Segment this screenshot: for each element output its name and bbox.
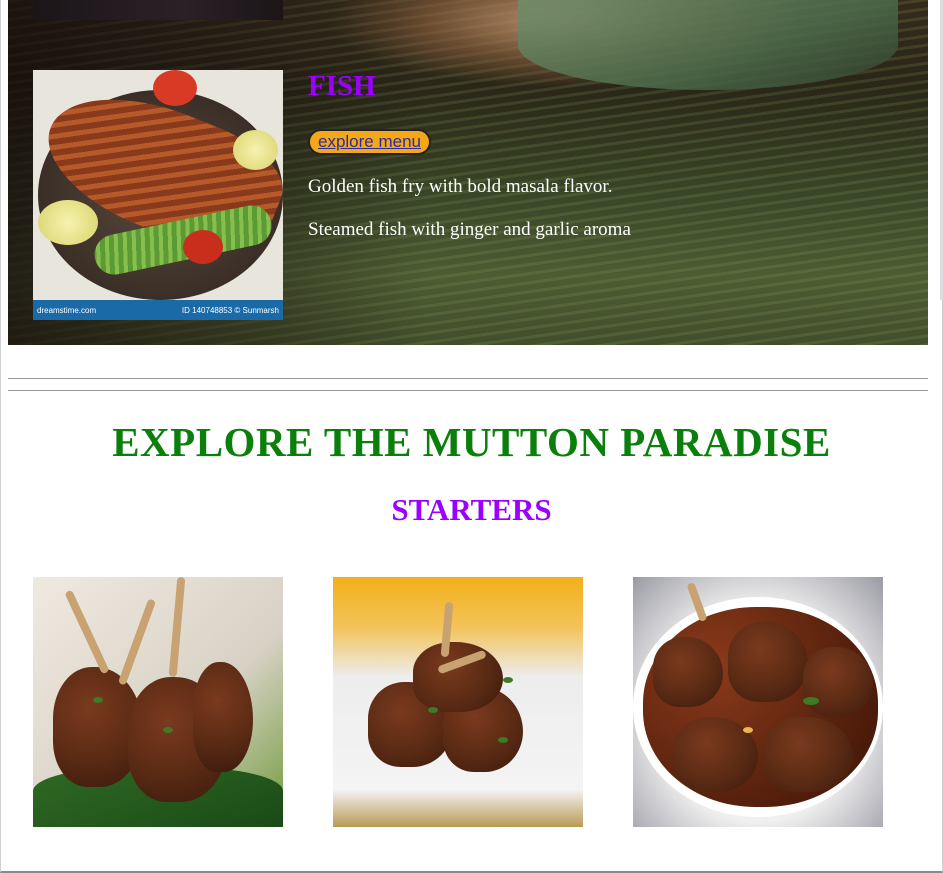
mutton-starter-image-3 [633,577,883,827]
fish-description-1: Golden fish fry with bold masala flavor. [308,176,613,197]
starters-subheading: STARTERS [391,492,552,527]
mutton-starter-image-1 [33,577,283,827]
divider-line [8,378,928,379]
watermark-right: ID 140748853 © Sunmarsh [181,305,279,315]
fish-dish-image: dreamstime.com ID 140748853 © Sunmarsh [33,70,283,320]
image-watermark: dreamstime.com ID 140748853 © Sunmarsh [33,300,283,320]
mutton-section-heading: EXPLORE THE MUTTON PARADISE [112,419,831,465]
explore-menu-button[interactable]: explore menu [308,129,432,155]
watermark-left: dreamstime.com [37,305,97,315]
fish-description-2: Steamed fish with ginger and garlic arom… [308,219,631,240]
previous-card-image [33,0,283,20]
hero-background-leaf [518,0,898,90]
mutton-starter-image-2 [333,577,583,827]
divider-line [8,390,928,391]
fish-section-title: FISH [308,70,376,102]
